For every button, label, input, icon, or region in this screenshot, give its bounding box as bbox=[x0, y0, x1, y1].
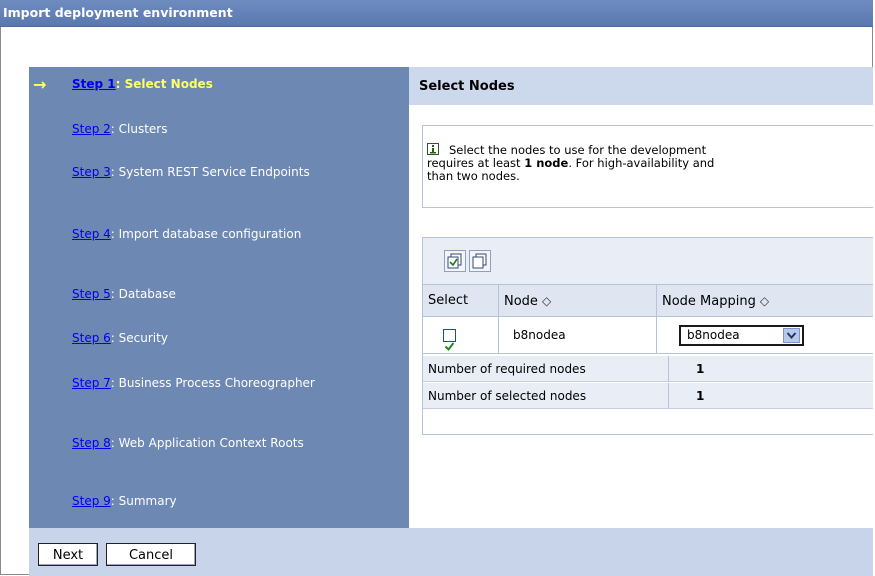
summary-row-selected: Number of selected nodes 1 bbox=[423, 383, 873, 409]
step-2-label: : Clusters bbox=[110, 122, 168, 136]
node-name: b8nodea bbox=[513, 328, 566, 342]
col-header-node-label: Node bbox=[504, 294, 538, 309]
step-3-label: : System REST Service Endpoints bbox=[110, 165, 310, 179]
page-title: Select Nodes bbox=[409, 67, 873, 105]
required-nodes-value: 1 bbox=[696, 362, 705, 376]
step-4-link[interactable]: Step 4 bbox=[72, 227, 111, 241]
step-8-link[interactable]: Step 8 bbox=[72, 436, 111, 450]
step-3-link[interactable]: Step 3 bbox=[72, 165, 111, 179]
nodes-table: Select Node ◇ Node Mapping ◇ b8nodea b8n… bbox=[422, 237, 873, 435]
step-1-link[interactable]: Step 1 bbox=[72, 77, 116, 91]
wizard-footer: Next Cancel bbox=[29, 528, 873, 576]
step-5-link[interactable]: Step 5 bbox=[72, 287, 111, 301]
info-line-2-post: . For high-availability and bbox=[568, 156, 715, 170]
step-9-link[interactable]: Step 9 bbox=[72, 494, 111, 508]
info-message: Select the nodes to use for the developm… bbox=[422, 125, 873, 208]
select-all-button[interactable] bbox=[444, 250, 466, 272]
required-nodes-label: Number of required nodes bbox=[423, 356, 669, 382]
step-2-clusters: Step 2: Clusters bbox=[72, 122, 392, 137]
deselect-all-icon bbox=[472, 253, 487, 269]
col-header-node-mapping[interactable]: Node Mapping ◇ bbox=[657, 285, 873, 317]
deselect-all-button[interactable] bbox=[469, 250, 491, 272]
wizard-steps-sidebar: → Step 1: Select Nodes Step 2: Clusters … bbox=[29, 67, 409, 528]
table-toolbar bbox=[423, 238, 873, 285]
checkmark-icon bbox=[444, 342, 455, 352]
sort-icon: ◇ bbox=[541, 294, 552, 308]
info-icon bbox=[427, 143, 439, 155]
window-title: Import deployment environment bbox=[0, 0, 873, 27]
info-line-1: Select the nodes to use for the developm… bbox=[449, 143, 707, 157]
step-1-select-nodes: Step 1: Select Nodes bbox=[72, 77, 392, 92]
step-9-label: : Summary bbox=[110, 494, 177, 508]
node-select-checkbox[interactable] bbox=[443, 329, 456, 352]
selected-nodes-value: 1 bbox=[696, 389, 705, 403]
step-6-link[interactable]: Step 6 bbox=[72, 331, 111, 345]
info-line-2-bold: 1 node bbox=[524, 156, 569, 170]
step-5-label: : Database bbox=[110, 287, 176, 301]
step-7-bpc: Step 7: Business Process Choreographer bbox=[72, 376, 392, 391]
next-button[interactable]: Next bbox=[38, 543, 98, 566]
col-header-select-label: Select bbox=[428, 293, 469, 308]
sort-icon: ◇ bbox=[759, 294, 770, 308]
step-8-web-context-roots: Step 8: Web Application Context Roots bbox=[72, 436, 392, 451]
summary-row-required: Number of required nodes 1 bbox=[423, 356, 873, 382]
selected-nodes-label: Number of selected nodes bbox=[423, 383, 669, 409]
step-6-label: : Security bbox=[110, 331, 168, 345]
step-9-summary: Step 9: Summary bbox=[72, 494, 392, 509]
col-header-select: Select bbox=[423, 285, 499, 317]
col-header-mapping-label: Node Mapping bbox=[662, 294, 756, 309]
node-mapping-select[interactable]: b8nodea bbox=[679, 325, 804, 346]
node-mapping-value: b8nodea bbox=[687, 328, 740, 342]
step-2-link[interactable]: Step 2 bbox=[72, 122, 111, 136]
step-5-database: Step 5: Database bbox=[72, 287, 392, 302]
step-1-label: : Select Nodes bbox=[115, 77, 213, 91]
wizard: → Step 1: Select Nodes Step 2: Clusters … bbox=[29, 67, 873, 576]
info-line-3: than two nodes. bbox=[427, 169, 520, 183]
step-8-label: : Web Application Context Roots bbox=[110, 436, 304, 450]
step-7-label: : Business Process Choreographer bbox=[110, 376, 315, 390]
step-content-panel: Select Nodes Select the nodes to use for… bbox=[409, 67, 873, 528]
step-4-import-db: Step 4: Import database configuration bbox=[72, 227, 392, 242]
current-step-arrow-icon: → bbox=[33, 75, 47, 94]
step-4-label: : Import database configuration bbox=[110, 227, 302, 241]
info-line-2-pre: requires at least bbox=[427, 156, 525, 170]
col-header-node[interactable]: Node ◇ bbox=[499, 285, 657, 317]
step-3-system-rest: Step 3: System REST Service Endpoints bbox=[72, 165, 392, 180]
select-all-icon bbox=[447, 253, 462, 269]
cancel-button[interactable]: Cancel bbox=[106, 543, 196, 566]
table-row-select-cell bbox=[423, 317, 499, 354]
chevron-down-icon bbox=[783, 328, 800, 343]
table-row-mapping-cell: b8nodea bbox=[657, 317, 873, 354]
table-row-node-cell: b8nodea bbox=[499, 317, 657, 354]
step-6-security: Step 6: Security bbox=[72, 331, 392, 346]
step-7-link[interactable]: Step 7 bbox=[72, 376, 111, 390]
